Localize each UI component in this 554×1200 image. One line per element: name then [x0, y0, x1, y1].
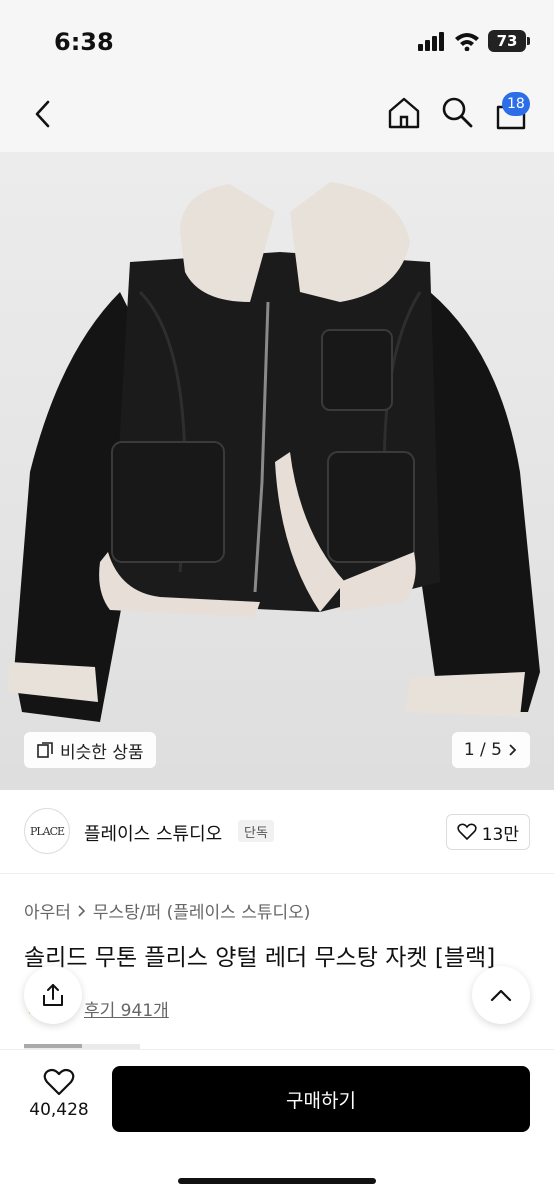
buy-button[interactable]: 구매하기 — [112, 1066, 530, 1132]
chevron-up-icon — [490, 989, 512, 1002]
share-button[interactable] — [24, 966, 82, 1024]
image-page-indicator[interactable]: 1 / 5 — [451, 732, 530, 768]
brand-like-count: 13만 — [481, 824, 519, 845]
signal-icon — [418, 32, 444, 51]
brand-row: PLACE 플레이스 스튜디오 단독 13만 — [0, 790, 554, 874]
chevron-right-icon — [78, 904, 86, 917]
heart-icon — [43, 1068, 75, 1096]
breadcrumb-subcategory[interactable]: 무스탕/퍼 (플레이스 스튜디오) — [93, 898, 310, 923]
similar-products-label: 비슷한 상품 — [60, 742, 144, 763]
review-link[interactable]: 후기 941개 — [84, 996, 169, 1021]
status-bar: 6:38 73 — [0, 0, 554, 86]
product-title: 솔리드 무톤 플리스 양털 레더 무스탕 자켓 [블랙] — [24, 945, 496, 971]
page-indicator-text: 1 / 5 — [463, 740, 502, 760]
status-time: 6:38 — [54, 28, 114, 56]
chevron-right-icon — [509, 744, 517, 756]
similar-items-icon — [37, 742, 53, 758]
home-indicator — [178, 1178, 376, 1184]
jacket-illustration — [8, 182, 540, 722]
breadcrumb-category[interactable]: 아우터 — [24, 898, 71, 923]
top-nav — [0, 86, 554, 152]
breadcrumb: 아우터 무스탕/퍼 (플레이스 스튜디오) — [24, 898, 310, 923]
brand-logo[interactable]: PLACE — [24, 808, 70, 854]
home-icon[interactable] — [385, 94, 423, 132]
heart-icon — [457, 823, 477, 841]
battery-icon: 73 — [488, 30, 530, 52]
brand-like-button[interactable]: 13만 — [445, 814, 530, 850]
exclusive-tag: 단독 — [238, 820, 274, 842]
brand-name[interactable]: 플레이스 스튜디오 — [84, 820, 222, 846]
similar-products-button[interactable]: 비슷한 상품 — [24, 732, 156, 768]
back-arrow-icon[interactable] — [26, 96, 62, 132]
status-icons: 73 — [418, 30, 530, 52]
wifi-icon — [455, 33, 479, 51]
search-icon[interactable] — [439, 94, 475, 130]
scroll-to-top-button[interactable] — [472, 966, 530, 1024]
share-icon — [43, 984, 63, 1006]
purchase-bar: 40,428 구매하기 — [0, 1050, 554, 1200]
wishlist-button[interactable]: 40,428 — [24, 1068, 94, 1120]
wishlist-count: 40,428 — [29, 1100, 89, 1120]
cart-count-badge: 18 — [502, 92, 530, 116]
product-image[interactable]: 비슷한 상품 1 / 5 — [0, 152, 554, 790]
